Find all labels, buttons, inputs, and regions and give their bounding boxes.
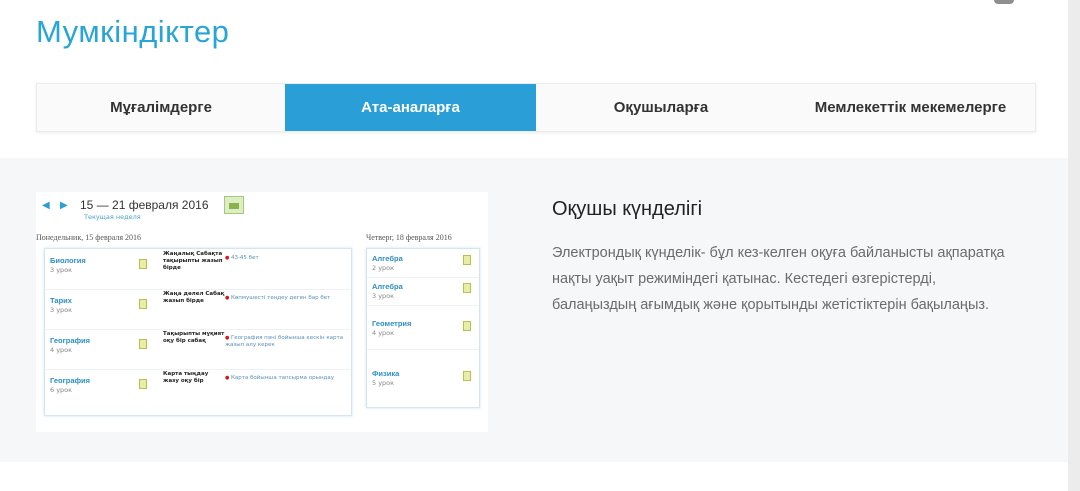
calendar-icon	[224, 196, 244, 214]
day-schedule-left: Биология 3 урок Жаңалық Сабақта тақырыпт…	[44, 248, 352, 416]
grade-icon	[463, 321, 471, 331]
lesson-number: 3 урок	[372, 292, 395, 300]
page-scrollbar[interactable]	[1068, 0, 1080, 491]
tab-students[interactable]: Оқушыларға	[536, 84, 786, 131]
subject-name: Тарих	[50, 296, 72, 305]
subject-name: Геометрия	[372, 319, 412, 328]
tab-state-institutions[interactable]: Мемлекеттік мекемелерге	[786, 84, 1035, 131]
grade-icon	[463, 255, 471, 265]
grade-icon	[139, 259, 147, 269]
subject-name: Алгебра	[372, 254, 403, 263]
grade-icon	[463, 371, 471, 381]
table-row: Алгебра 2 урок	[367, 249, 479, 278]
week-range: 15 — 21 февраля 2016	[80, 198, 209, 212]
table-row: География 6 урок Карта тыңдау жазу оқу б…	[45, 369, 351, 409]
table-row: Геометрия 4 урок	[367, 305, 479, 350]
homework-text: Тақырыпты мұқият оқу бір сабақ	[163, 331, 225, 344]
grade-icon	[139, 339, 147, 349]
grade-icon	[139, 299, 147, 309]
grade-icon	[139, 379, 147, 389]
prev-week-icon: ◀	[42, 200, 50, 211]
lesson-number: 3 урок	[50, 266, 73, 274]
tab-parents[interactable]: Ата-аналарға	[285, 84, 536, 131]
subject-name: География	[50, 376, 91, 385]
current-week-link: Текущая неделя	[84, 213, 141, 221]
day-schedule-right: Алгебра 2 урок Алгебра 3 урок Геометрия …	[366, 248, 480, 408]
task-text: Көпмүшесті теңдеу деген бар бет	[225, 295, 345, 302]
table-row: География 4 урок Тақырыпты мұқият оқу бі…	[45, 329, 351, 370]
next-week-icon: ▶	[60, 200, 68, 211]
subject-name: Физика	[372, 369, 400, 378]
homework-text: Жаңа дәлел Сабақ жазып бірде	[163, 291, 225, 304]
lesson-number: 3 урок	[50, 306, 73, 314]
lesson-number: 4 урок	[50, 346, 73, 354]
day-date-right: Четверг, 18 февраля 2016	[366, 233, 452, 242]
diary-preview-image: ◀ ▶ 15 — 21 февраля 2016 Текущая неделя …	[36, 192, 488, 432]
page-footer-strip	[0, 462, 1068, 491]
homework-text: Карта тыңдау жазу оқу бір	[163, 371, 209, 384]
lesson-number: 2 урок	[372, 264, 395, 272]
task-text: Карта бойынша тапсырма орындау	[225, 375, 345, 382]
grade-icon	[463, 283, 471, 293]
table-row: Биология 3 урок Жаңалық Сабақта тақырыпт…	[45, 249, 351, 290]
day-date-left: Понедельник, 15 февраля 2016	[36, 233, 142, 242]
feature-title: Оқушы күнделігі	[552, 198, 703, 220]
feature-description: Электрондық күнделік- бұл кез-келген оқу…	[552, 245, 1005, 313]
lesson-number: 4 урок	[372, 329, 395, 337]
page-title: Мумкіндіктер	[36, 14, 230, 49]
subject-name: География	[50, 336, 91, 345]
task-text: 43-45 бет	[225, 255, 345, 262]
menu-icon[interactable]	[994, 0, 1014, 4]
lesson-number: 6 урок	[50, 386, 73, 394]
audience-tabs: Мұғалімдерге Ата-аналарға Оқушыларға Мем…	[36, 83, 1036, 132]
lesson-number: 5 урок	[372, 379, 395, 387]
homework-text: Жаңалық Сабақта тақырыпты жазып бірде	[163, 251, 223, 271]
task-text: География пәні бойынша кескін карта жазы…	[225, 335, 345, 349]
table-row: Тарих 3 урок Жаңа дәлел Сабақ жазып бірд…	[45, 289, 351, 330]
tab-teachers[interactable]: Мұғалімдерге	[37, 84, 285, 131]
subject-name: Биология	[50, 256, 86, 265]
subject-name: Алгебра	[372, 282, 403, 291]
table-row: Алгебра 3 урок	[367, 277, 479, 306]
table-row: Физика 5 урок	[367, 349, 479, 407]
